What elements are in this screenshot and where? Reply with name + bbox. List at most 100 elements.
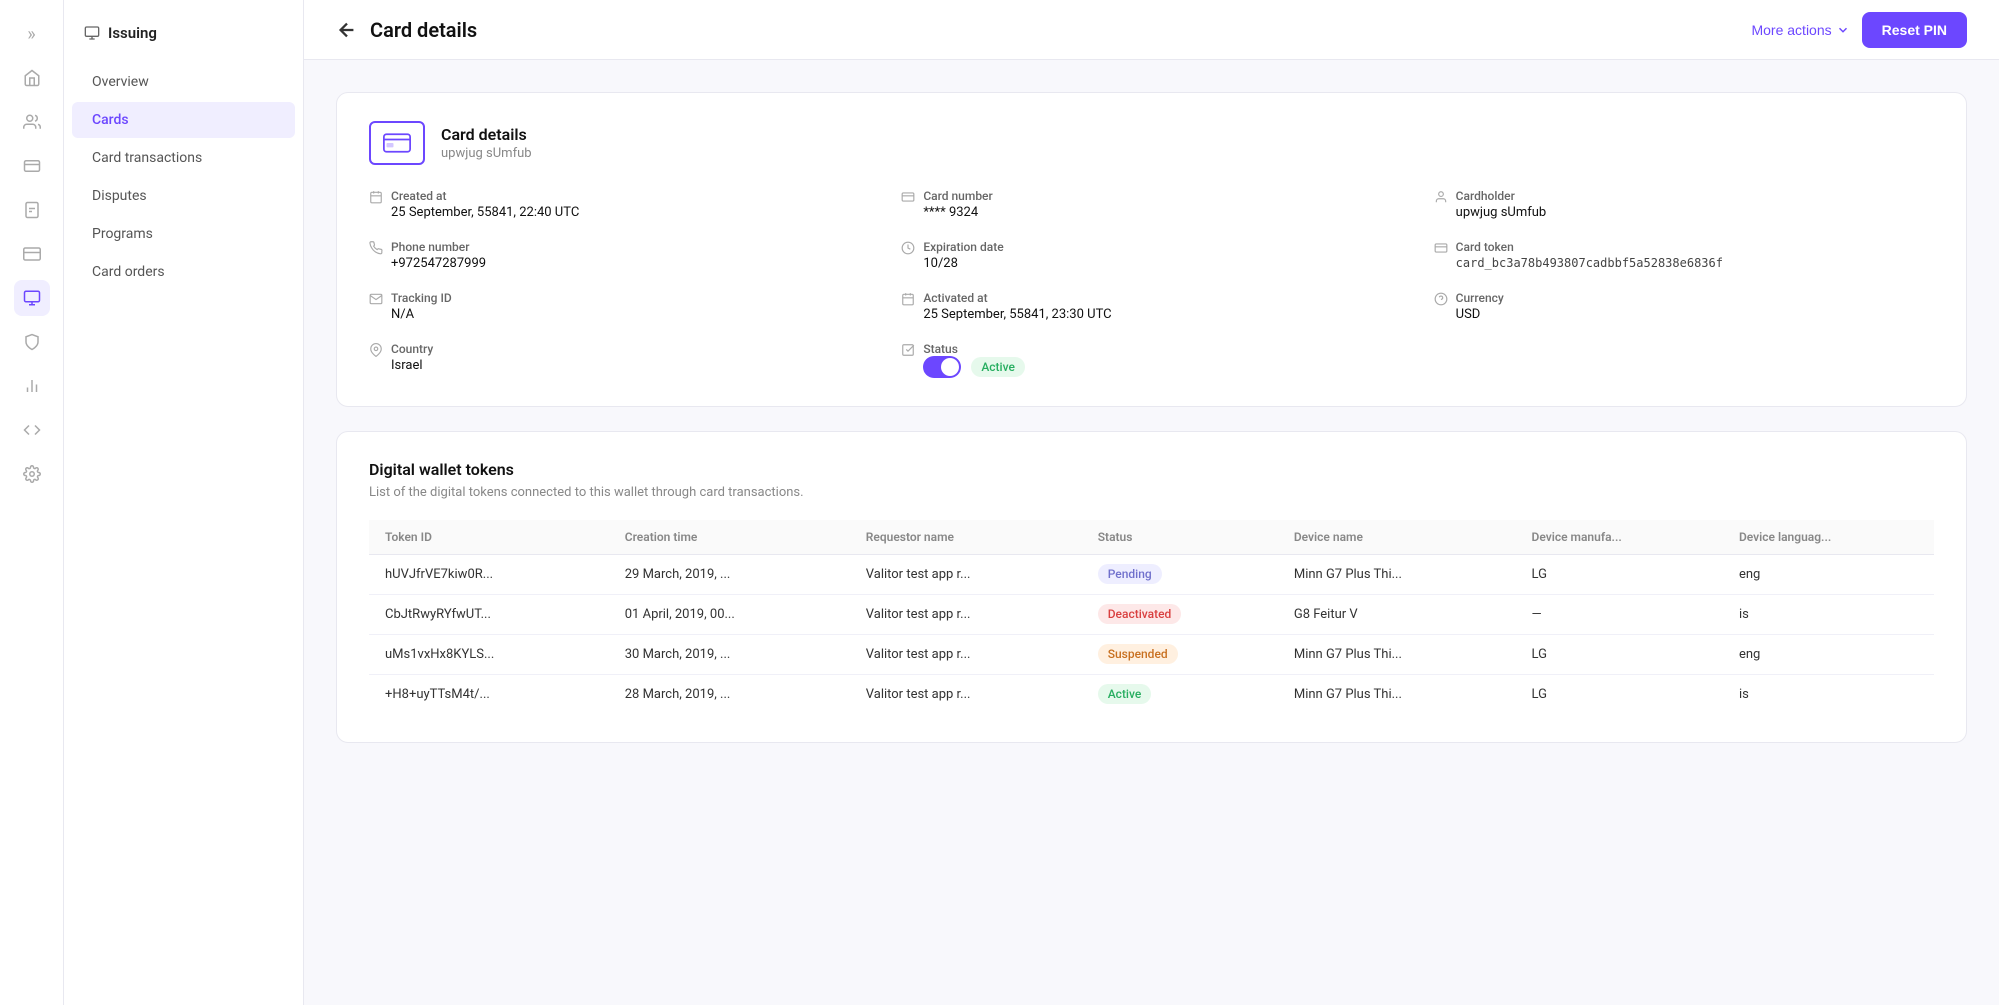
cell-requestor-name: Valitor test app r... bbox=[850, 635, 1082, 675]
code-rail-icon[interactable] bbox=[14, 412, 50, 448]
reset-pin-button[interactable]: Reset PIN bbox=[1862, 12, 1967, 48]
sidebar-item-disputes[interactable]: Disputes bbox=[72, 178, 295, 214]
cell-device-manuf: LG bbox=[1516, 675, 1723, 715]
card-rail-icon[interactable] bbox=[14, 148, 50, 184]
cell-requestor-name: Valitor test app r... bbox=[850, 555, 1082, 595]
table-row[interactable]: uMs1vxHx8KYLS... 30 March, 2019, ... Val… bbox=[369, 635, 1934, 675]
detail-card-number: Card number **** 9324 bbox=[901, 189, 1401, 220]
token-status-badge: Suspended bbox=[1098, 644, 1178, 664]
icon-rail: » bbox=[0, 0, 64, 1005]
status-badge: Active bbox=[971, 357, 1025, 377]
cell-creation-time: 01 April, 2019, 00... bbox=[609, 595, 850, 635]
digital-wallet-section: Digital wallet tokens List of the digita… bbox=[336, 431, 1967, 743]
location-icon bbox=[369, 343, 383, 361]
cell-status: Deactivated bbox=[1082, 595, 1278, 635]
settings-rail-icon[interactable] bbox=[14, 456, 50, 492]
status-icon bbox=[901, 343, 915, 361]
more-actions-button[interactable]: More actions bbox=[1751, 22, 1849, 38]
cell-device-lang: is bbox=[1723, 675, 1934, 715]
sidebar-item-card-transactions[interactable]: Card transactions bbox=[72, 140, 295, 176]
col-status: Status bbox=[1082, 520, 1278, 555]
sidebar-item-card-orders[interactable]: Card orders bbox=[72, 254, 295, 290]
status-toggle[interactable] bbox=[923, 356, 961, 378]
card-section-subtitle: upwjug sUmfub bbox=[441, 146, 532, 161]
sidebar-title: Issuing bbox=[108, 24, 157, 42]
col-token-id: Token ID bbox=[369, 520, 609, 555]
cell-status: Pending bbox=[1082, 555, 1278, 595]
detail-card-token: Card token card_bc3a78b493807cadbbf5a528… bbox=[1434, 240, 1934, 271]
token-status-badge: Deactivated bbox=[1098, 604, 1182, 624]
sidebar: Issuing Overview Cards Card transactions… bbox=[64, 0, 304, 1005]
card-details-section: Card details upwjug sUmfub Created at 25… bbox=[336, 92, 1967, 407]
page-title: Card details bbox=[370, 18, 477, 42]
cell-device-name: G8 Feitur V bbox=[1278, 595, 1516, 635]
cell-creation-time: 29 March, 2019, ... bbox=[609, 555, 850, 595]
col-creation-time: Creation time bbox=[609, 520, 850, 555]
sidebar-item-cards[interactable]: Cards bbox=[72, 102, 295, 138]
tokens-table: Token ID Creation time Requestor name St… bbox=[369, 520, 1934, 714]
col-device-name: Device name bbox=[1278, 520, 1516, 555]
users-icon[interactable] bbox=[14, 104, 50, 140]
currency-icon bbox=[1434, 292, 1448, 310]
mail-icon bbox=[369, 292, 383, 310]
cell-device-lang: is bbox=[1723, 595, 1934, 635]
wallet-title: Digital wallet tokens bbox=[369, 460, 1934, 479]
cell-token-id: hUVJfrVE7kiw0R... bbox=[369, 555, 609, 595]
cell-device-lang: eng bbox=[1723, 635, 1934, 675]
issuing-rail-icon[interactable] bbox=[14, 280, 50, 316]
topbar-right: More actions Reset PIN bbox=[1751, 12, 1967, 48]
calendar-icon bbox=[369, 190, 383, 208]
cell-token-id: +H8+uyTTsM4t/... bbox=[369, 675, 609, 715]
tokens-table-wrap: Token ID Creation time Requestor name St… bbox=[369, 520, 1934, 714]
sidebar-header: Issuing bbox=[64, 16, 303, 62]
sidebar-item-programs[interactable]: Programs bbox=[72, 216, 295, 252]
card-section-header: Card details upwjug sUmfub bbox=[369, 121, 1934, 165]
table-row[interactable]: hUVJfrVE7kiw0R... 29 March, 2019, ... Va… bbox=[369, 555, 1934, 595]
col-device-lang: Device languag... bbox=[1723, 520, 1934, 555]
cell-creation-time: 28 March, 2019, ... bbox=[609, 675, 850, 715]
detail-status: Status Active bbox=[901, 342, 1401, 378]
chevron-icon[interactable]: » bbox=[14, 16, 50, 52]
cell-requestor-name: Valitor test app r... bbox=[850, 595, 1082, 635]
token-status-badge: Active bbox=[1098, 684, 1152, 704]
tokens-tbody: hUVJfrVE7kiw0R... 29 March, 2019, ... Va… bbox=[369, 555, 1934, 715]
table-header: Token ID Creation time Requestor name St… bbox=[369, 520, 1934, 555]
card-section-title-block: Card details upwjug sUmfub bbox=[441, 125, 532, 161]
card-icon-box bbox=[369, 121, 425, 165]
badge-rail-icon[interactable] bbox=[14, 192, 50, 228]
sidebar-nav: Overview Cards Card transactions Dispute… bbox=[64, 64, 303, 290]
details-grid: Created at 25 September, 55841, 22:40 UT… bbox=[369, 189, 1934, 378]
home-icon[interactable] bbox=[14, 60, 50, 96]
detail-tracking-id: Tracking ID N/A bbox=[369, 291, 869, 322]
card-section-title: Card details bbox=[441, 125, 532, 144]
back-button[interactable] bbox=[336, 19, 358, 41]
table-row[interactable]: +H8+uyTTsM4t/... 28 March, 2019, ... Val… bbox=[369, 675, 1934, 715]
cell-device-lang: eng bbox=[1723, 555, 1934, 595]
col-requestor-name: Requestor name bbox=[850, 520, 1082, 555]
cell-creation-time: 30 March, 2019, ... bbox=[609, 635, 850, 675]
main-area: Card details More actions Reset PIN bbox=[304, 0, 1999, 1005]
detail-activated-at: Activated at 25 September, 55841, 23:30 … bbox=[901, 291, 1401, 322]
wallet-subtitle: List of the digital tokens connected to … bbox=[369, 485, 1934, 500]
cell-device-name: Minn G7 Plus Thi... bbox=[1278, 675, 1516, 715]
token-status-badge: Pending bbox=[1098, 564, 1162, 584]
cell-device-manuf: LG bbox=[1516, 635, 1723, 675]
cell-token-id: CbJtRwyRYfwUT... bbox=[369, 595, 609, 635]
cell-requestor-name: Valitor test app r... bbox=[850, 675, 1082, 715]
chart-rail-icon[interactable] bbox=[14, 368, 50, 404]
cell-device-manuf: — bbox=[1516, 595, 1723, 635]
detail-expiration: Expiration date 10/28 bbox=[901, 240, 1401, 271]
person-icon bbox=[1434, 190, 1448, 208]
detail-created-at: Created at 25 September, 55841, 22:40 UT… bbox=[369, 189, 869, 220]
sidebar-item-overview[interactable]: Overview bbox=[72, 64, 295, 100]
phone-icon bbox=[369, 241, 383, 259]
shield-rail-icon[interactable] bbox=[14, 324, 50, 360]
cardtoken-icon bbox=[1434, 241, 1448, 259]
wallet-rail-icon[interactable] bbox=[14, 236, 50, 272]
table-row[interactable]: CbJtRwyRYfwUT... 01 April, 2019, 00... V… bbox=[369, 595, 1934, 635]
cell-status: Active bbox=[1082, 675, 1278, 715]
detail-cardholder: Cardholder upwjug sUmfub bbox=[1434, 189, 1934, 220]
detail-country: Country Israel bbox=[369, 342, 869, 378]
empty-cell bbox=[1434, 342, 1934, 378]
topbar-left: Card details bbox=[336, 18, 477, 42]
